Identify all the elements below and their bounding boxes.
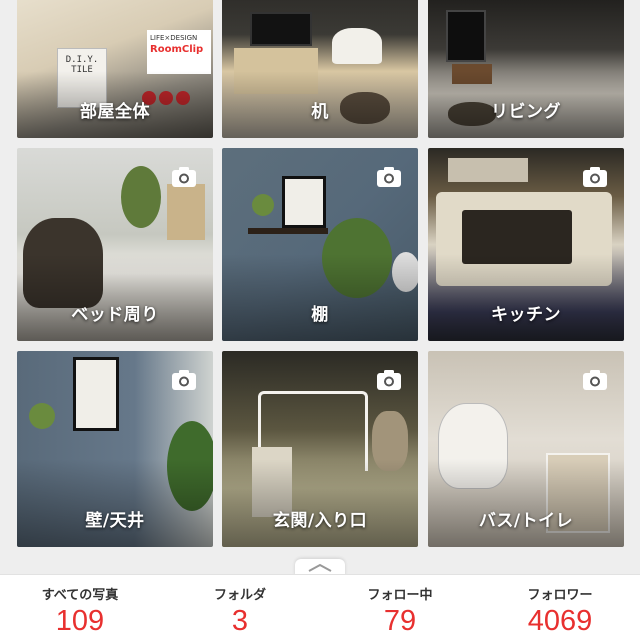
folder-tile-wall-ceiling[interactable]: 壁/天井 — [17, 351, 213, 547]
wooden-shelf-image — [248, 228, 328, 234]
folder-label: バス/トイレ — [478, 511, 574, 531]
chevron-up-icon — [308, 563, 332, 572]
folder-tile-desk[interactable]: 机 — [222, 0, 418, 138]
label-shade — [17, 254, 213, 341]
folder-label: 机 — [311, 102, 329, 122]
stat-all-photos[interactable]: すべての写真 109 — [0, 575, 160, 640]
folder-label: ベッド周り — [71, 305, 159, 325]
label-shade — [428, 254, 624, 341]
chair-image — [332, 28, 382, 64]
stat-followers[interactable]: フォロワー 4069 — [480, 575, 640, 640]
stat-following[interactable]: フォロー中 79 — [320, 575, 480, 640]
camera-icon — [172, 167, 196, 187]
folder-label: 玄関/入り口 — [272, 511, 368, 531]
folder-tile-bath-toilet[interactable]: バス/トイレ — [428, 351, 624, 547]
folder-label: キッチン — [491, 305, 561, 325]
small-plant-image — [252, 194, 274, 216]
folder-label: 部屋全体 — [80, 102, 150, 122]
shelf-image — [167, 184, 205, 240]
folder-tile-entrance[interactable]: 玄関/入り口 — [222, 351, 418, 547]
stat-caption: フォルダ — [213, 588, 266, 603]
camera-icon — [377, 167, 401, 187]
camera-icon — [172, 370, 196, 390]
label-shade — [222, 254, 418, 341]
picture-frame-image — [282, 176, 326, 228]
stat-value: 3 — [231, 605, 249, 637]
hanging-plant-image — [29, 403, 55, 429]
camera-icon — [583, 370, 607, 390]
stat-caption: すべての写真 — [41, 588, 119, 603]
stat-value: 79 — [383, 605, 417, 637]
folder-tile-bedside[interactable]: ベッド周り — [17, 148, 213, 341]
stat-value: 4069 — [527, 605, 593, 637]
stat-caption: フォロー中 — [367, 588, 433, 603]
stat-value: 109 — [55, 605, 105, 637]
folder-tile-living[interactable]: リビング — [428, 0, 624, 138]
stat-caption: フォロワー — [527, 588, 593, 603]
picture-frame-image — [73, 357, 119, 431]
folder-tile-kitchen[interactable]: キッチン — [428, 148, 624, 341]
tv-image — [250, 12, 312, 46]
folder-grid: D.I.Y. TILE LIFE×DESIGN RoomClip 部屋全体 机 … — [0, 0, 640, 565]
folder-label: リビング — [491, 102, 561, 122]
label-shade — [428, 458, 624, 547]
folder-label: 壁/天井 — [85, 511, 145, 531]
label-shade — [17, 458, 213, 547]
profile-stats-bar: すべての写真 109 フォルダ 3 フォロー中 79 フォロワー 4069 — [0, 574, 640, 640]
stat-folders[interactable]: フォルダ 3 — [160, 575, 320, 640]
basket-image — [448, 158, 528, 182]
frame-image — [446, 10, 486, 62]
roomclip-logo: RoomClip — [150, 44, 204, 55]
magazine-image: LIFE×DESIGN RoomClip — [147, 30, 211, 74]
label-shade — [222, 458, 418, 547]
life-design-text: LIFE×DESIGN — [150, 34, 198, 42]
folder-tile-room-overall[interactable]: D.I.Y. TILE LIFE×DESIGN RoomClip 部屋全体 — [17, 0, 213, 138]
camera-icon — [377, 370, 401, 390]
folder-tile-shelf[interactable]: 棚 — [222, 148, 418, 341]
camera-icon — [583, 167, 607, 187]
folder-label: 棚 — [311, 305, 329, 325]
plant-image — [121, 166, 161, 228]
